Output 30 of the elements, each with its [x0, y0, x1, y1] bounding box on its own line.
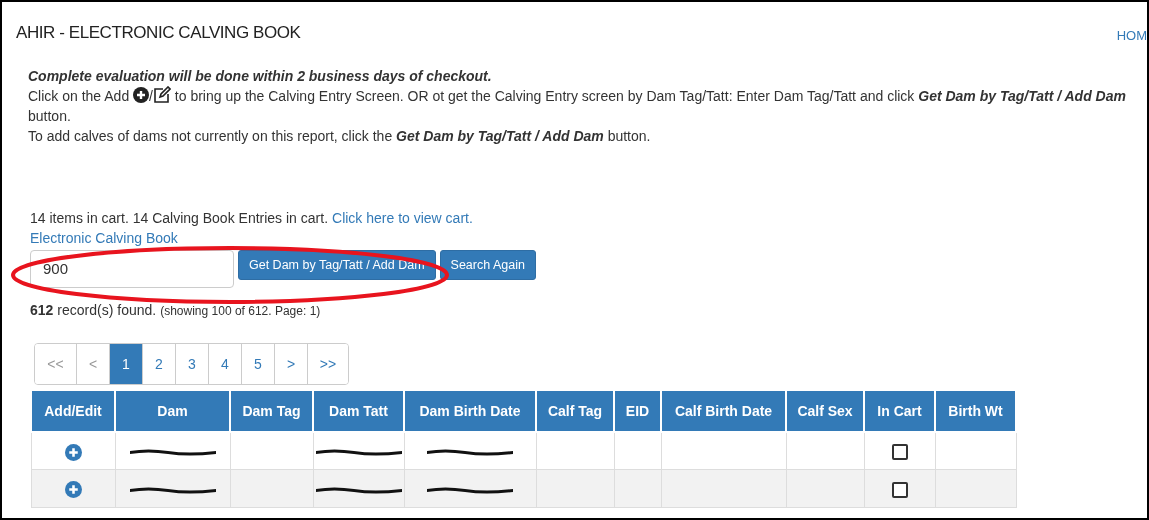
- notice-text: Complete evaluation will be done within 2 business days of checkout.: [28, 66, 493, 86]
- page-button[interactable]: >>: [307, 343, 348, 384]
- home-link[interactable]: HOM: [1116, 26, 1147, 46]
- column-header: Dam Tag: [230, 389, 313, 432]
- column-header: Birth Wt: [935, 389, 1016, 432]
- page-button[interactable]: 1: [109, 343, 142, 384]
- column-header: Dam Tatt: [313, 389, 404, 432]
- column-header: In Cart: [864, 389, 935, 432]
- search-field[interactable]: 900: [30, 249, 234, 288]
- column-header: Add/Edit: [31, 389, 115, 432]
- add-icon[interactable]: [133, 86, 150, 103]
- cart-checkbox[interactable]: [891, 481, 908, 498]
- column-header: Calf Tag: [536, 389, 614, 432]
- page-title: AHIR - ELECTRONIC CALVING BOOK: [16, 22, 301, 44]
- edit-icon[interactable]: [152, 85, 171, 104]
- search-again-button[interactable]: Search Again: [439, 249, 536, 280]
- column-header: Dam Birth Date: [404, 389, 536, 432]
- column-header: EID: [614, 389, 661, 432]
- record-count: 612: [30, 300, 54, 320]
- column-header: Dam: [115, 389, 230, 432]
- column-header: Calf Birth Date: [661, 389, 786, 432]
- record-count-label: record(s) found.: [57, 300, 157, 320]
- column-header: Calf Sex: [786, 389, 864, 432]
- instruction-text: To add calves of dams not currently on this report, click the Get Dam by Tag/Tatt / Add Dam button.: [28, 126, 652, 146]
- cart-summary: 14 items in cart. 14 Calving Book Entries in cart.: [30, 208, 329, 228]
- cart-checkbox[interactable]: [891, 444, 908, 461]
- showing-detail: (showing 100 of 612. Page: 1): [160, 302, 321, 320]
- instruction-text: Click on the Add / to bring up the Calving Entry Screen. OR ot get the Calving Entry screen by Dam Tag/Tatt: Enter Dam Tag/Tatt and click Get Dam by Tag/Tatt / Add Dam button.: [28, 85, 1127, 126]
- view-cart-link[interactable]: Click here to view cart.: [332, 207, 473, 228]
- breadcrumb-link[interactable]: Electronic Calving Book: [30, 229, 178, 246]
